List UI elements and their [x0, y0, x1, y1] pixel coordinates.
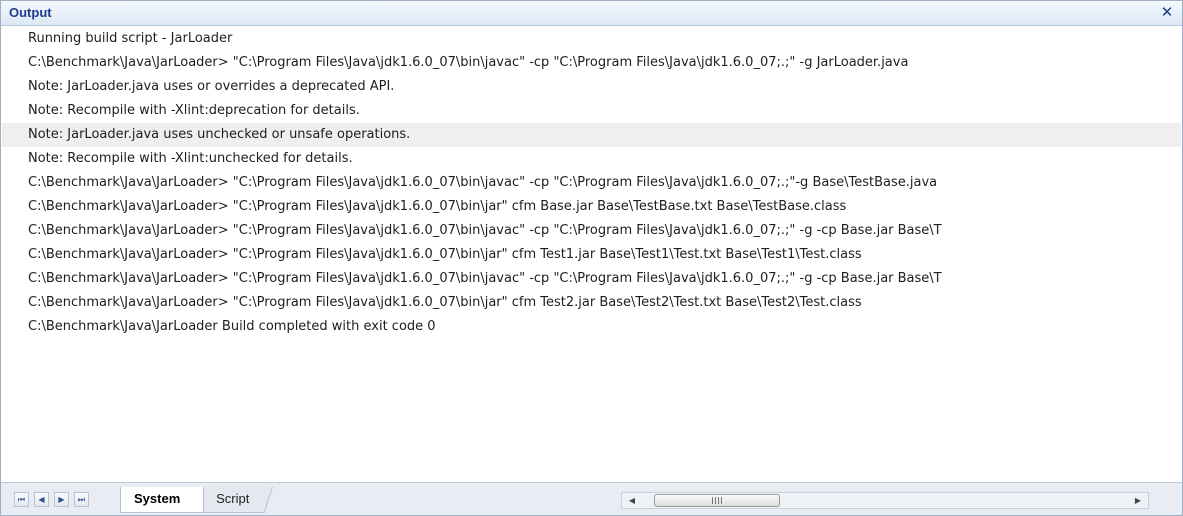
- scroll-right-icon[interactable]: ▶: [1130, 493, 1146, 508]
- output-line: C:\Benchmark\Java\JarLoader> "C:\Program…: [28, 295, 862, 310]
- tab-script[interactable]: Script: [192, 487, 273, 513]
- prev-tab-icon[interactable]: ◀: [34, 492, 49, 507]
- output-line: C:\Benchmark\Java\JarLoader> "C:\Program…: [28, 271, 942, 286]
- tab-system[interactable]: System: [120, 487, 204, 513]
- output-line: Running build script - JarLoader: [28, 31, 233, 46]
- first-tab-icon[interactable]: ⏮: [14, 492, 29, 507]
- output-line: Note: Recompile with -Xlint:unchecked fo…: [28, 151, 353, 166]
- output-line: Note: Recompile with -Xlint:deprecation …: [28, 103, 360, 118]
- output-line: Note: JarLoader.java uses or overrides a…: [28, 79, 395, 94]
- horizontal-scrollbar[interactable]: ◀ ▶: [621, 492, 1149, 509]
- output-line: C:\Benchmark\Java\JarLoader> "C:\Program…: [28, 247, 862, 262]
- footer-bar: ⏮ ◀ ▶ ⏭ Script System ◀ ▶: [1, 482, 1182, 515]
- output-panel: Output ✕ Running build script - JarLoade…: [0, 0, 1183, 516]
- output-line: C:\Benchmark\Java\JarLoader> "C:\Program…: [28, 223, 942, 238]
- next-tab-icon[interactable]: ▶: [54, 492, 69, 507]
- panel-title: Output: [9, 5, 52, 20]
- tab-system-label: System: [134, 491, 181, 506]
- last-tab-icon[interactable]: ⏭: [74, 492, 89, 507]
- grip-icon: [712, 497, 722, 504]
- tab-script-label: Script: [216, 491, 250, 506]
- scroll-thumb[interactable]: [654, 494, 780, 507]
- scroll-left-icon[interactable]: ◀: [624, 493, 640, 508]
- output-line: C:\Benchmark\Java\JarLoader> "C:\Program…: [28, 199, 847, 214]
- output-line: Note: JarLoader.java uses unchecked or u…: [2, 123, 1181, 147]
- output-titlebar: Output ✕: [1, 1, 1182, 26]
- output-line: C:\Benchmark\Java\JarLoader> "C:\Program…: [28, 175, 938, 190]
- output-line: C:\Benchmark\Java\JarLoader> "C:\Program…: [28, 55, 909, 70]
- output-log[interactable]: Running build script - JarLoader C:\Bench…: [2, 27, 1181, 477]
- close-icon[interactable]: ✕: [1158, 3, 1176, 21]
- output-line: C:\Benchmark\Java\JarLoader Build comple…: [28, 319, 436, 334]
